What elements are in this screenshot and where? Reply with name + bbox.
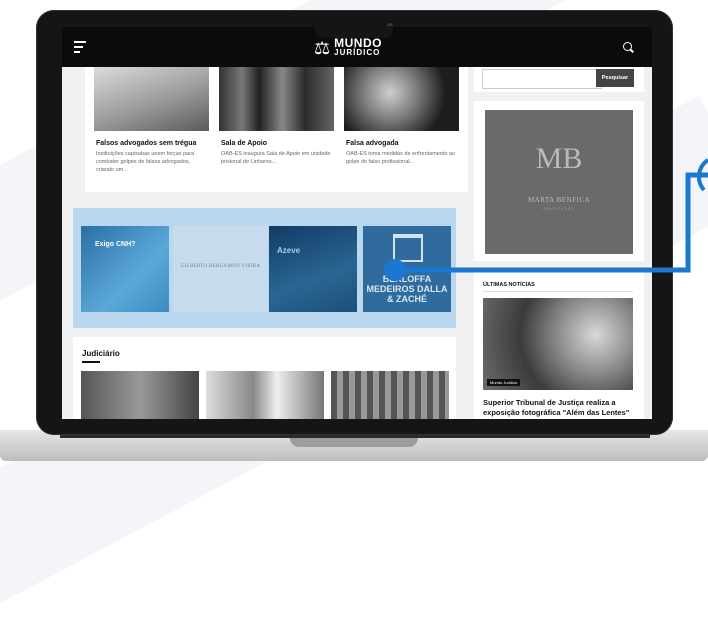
logo-text: MUNDO JURÍDICO	[334, 36, 382, 58]
search-input[interactable]	[482, 69, 602, 89]
news-title[interactable]: Sala de Apoio	[221, 140, 334, 147]
ad-text: BERLOFFA MEDEIROS DALLA & ZACHÉ	[366, 274, 448, 304]
category-badge: Mundo Jurídico	[487, 379, 521, 386]
ad-banner[interactable]: GILBERTO BERGAMINI VIEIRA	[173, 226, 268, 312]
scales-icon: ⚖	[314, 38, 331, 58]
section-underline	[82, 361, 100, 363]
pillar-icon	[393, 234, 423, 262]
search-icon[interactable]	[623, 42, 632, 51]
ad-banner[interactable]: Exigo CNH?	[81, 226, 169, 312]
latest-news-image[interactable]: Mundo Jurídico	[483, 298, 633, 390]
logo-line-1: MUNDO	[334, 36, 382, 50]
section-title[interactable]: Judiciário	[82, 349, 120, 358]
news-title[interactable]: Falsa advogada	[346, 140, 459, 147]
latest-news-headline[interactable]: Superior Tribunal de Justiça realiza a e…	[483, 398, 635, 418]
news-title[interactable]: Falsos advogados sem trégua	[96, 140, 209, 147]
news-card: Falsos advogados sem trégua Instituições…	[85, 67, 468, 192]
news-item[interactable]: Falsos advogados sem trégua Instituições…	[94, 67, 209, 174]
ad-text: Azeve	[277, 246, 301, 255]
sponsor-logo: MB	[535, 142, 583, 175]
news-image[interactable]	[344, 67, 459, 131]
news-description: Instituições capixabas unem forças para …	[96, 151, 195, 173]
screen-notch	[315, 26, 393, 38]
ad-banner[interactable]: BERLOFFA MEDEIROS DALLA & ZACHÉ	[363, 226, 451, 312]
sponsor-banner[interactable]: MB MARTA BENFICA ADVOGADOS	[485, 110, 633, 254]
search-button[interactable]: Pesquisar	[596, 69, 634, 87]
news-item[interactable]: Sala de Apoio OAB-ES inaugura Sala de Ap…	[219, 67, 334, 166]
logo-line-2: JURÍDICO	[334, 48, 381, 57]
ad-text: GILBERTO BERGAMINI VIEIRA	[180, 264, 261, 269]
news-item[interactable]: Falsa advogada OAB-ES toma medidas de en…	[344, 67, 459, 166]
judiciario-section: Judiciário	[73, 337, 456, 419]
sponsor-subtitle: ADVOGADOS	[543, 207, 575, 211]
divider	[483, 291, 633, 292]
hamburger-menu-icon[interactable]	[74, 41, 86, 53]
ad-banner[interactable]: Azeve	[269, 226, 357, 312]
ad-carousel-highlight: Exigo CNH? GILBERTO BERGAMINI VIEIRA Aze…	[73, 208, 456, 328]
news-image[interactable]	[206, 371, 324, 419]
news-description: OAB-ES toma medidas de enfrentamento ao …	[346, 151, 456, 165]
laptop-screen: ⚖ MUNDO JURÍDICO Falsos advogados sem tr…	[62, 27, 652, 419]
laptop-groove	[290, 438, 418, 447]
news-image[interactable]	[331, 371, 449, 419]
site-logo[interactable]: ⚖ MUNDO JURÍDICO	[314, 34, 382, 62]
sponsor-name: MARTA BENFICA	[527, 196, 591, 204]
latest-news-card: ÚLTIMAS NOTÍCIAS Mundo Jurídico Superior…	[474, 270, 644, 419]
news-image[interactable]	[81, 371, 199, 419]
news-image[interactable]	[219, 67, 334, 131]
latest-news-heading: ÚLTIMAS NOTÍCIAS	[483, 282, 535, 288]
sidebar-banner-card: MB MARTA BENFICA ADVOGADOS	[474, 101, 644, 261]
news-image[interactable]	[94, 67, 209, 131]
news-description: OAB-ES inaugura Sala de Apoio em unidade…	[221, 151, 331, 165]
ad-text: Exigo CNH?	[95, 241, 136, 248]
sidebar-search: Pesquisar	[474, 67, 644, 92]
